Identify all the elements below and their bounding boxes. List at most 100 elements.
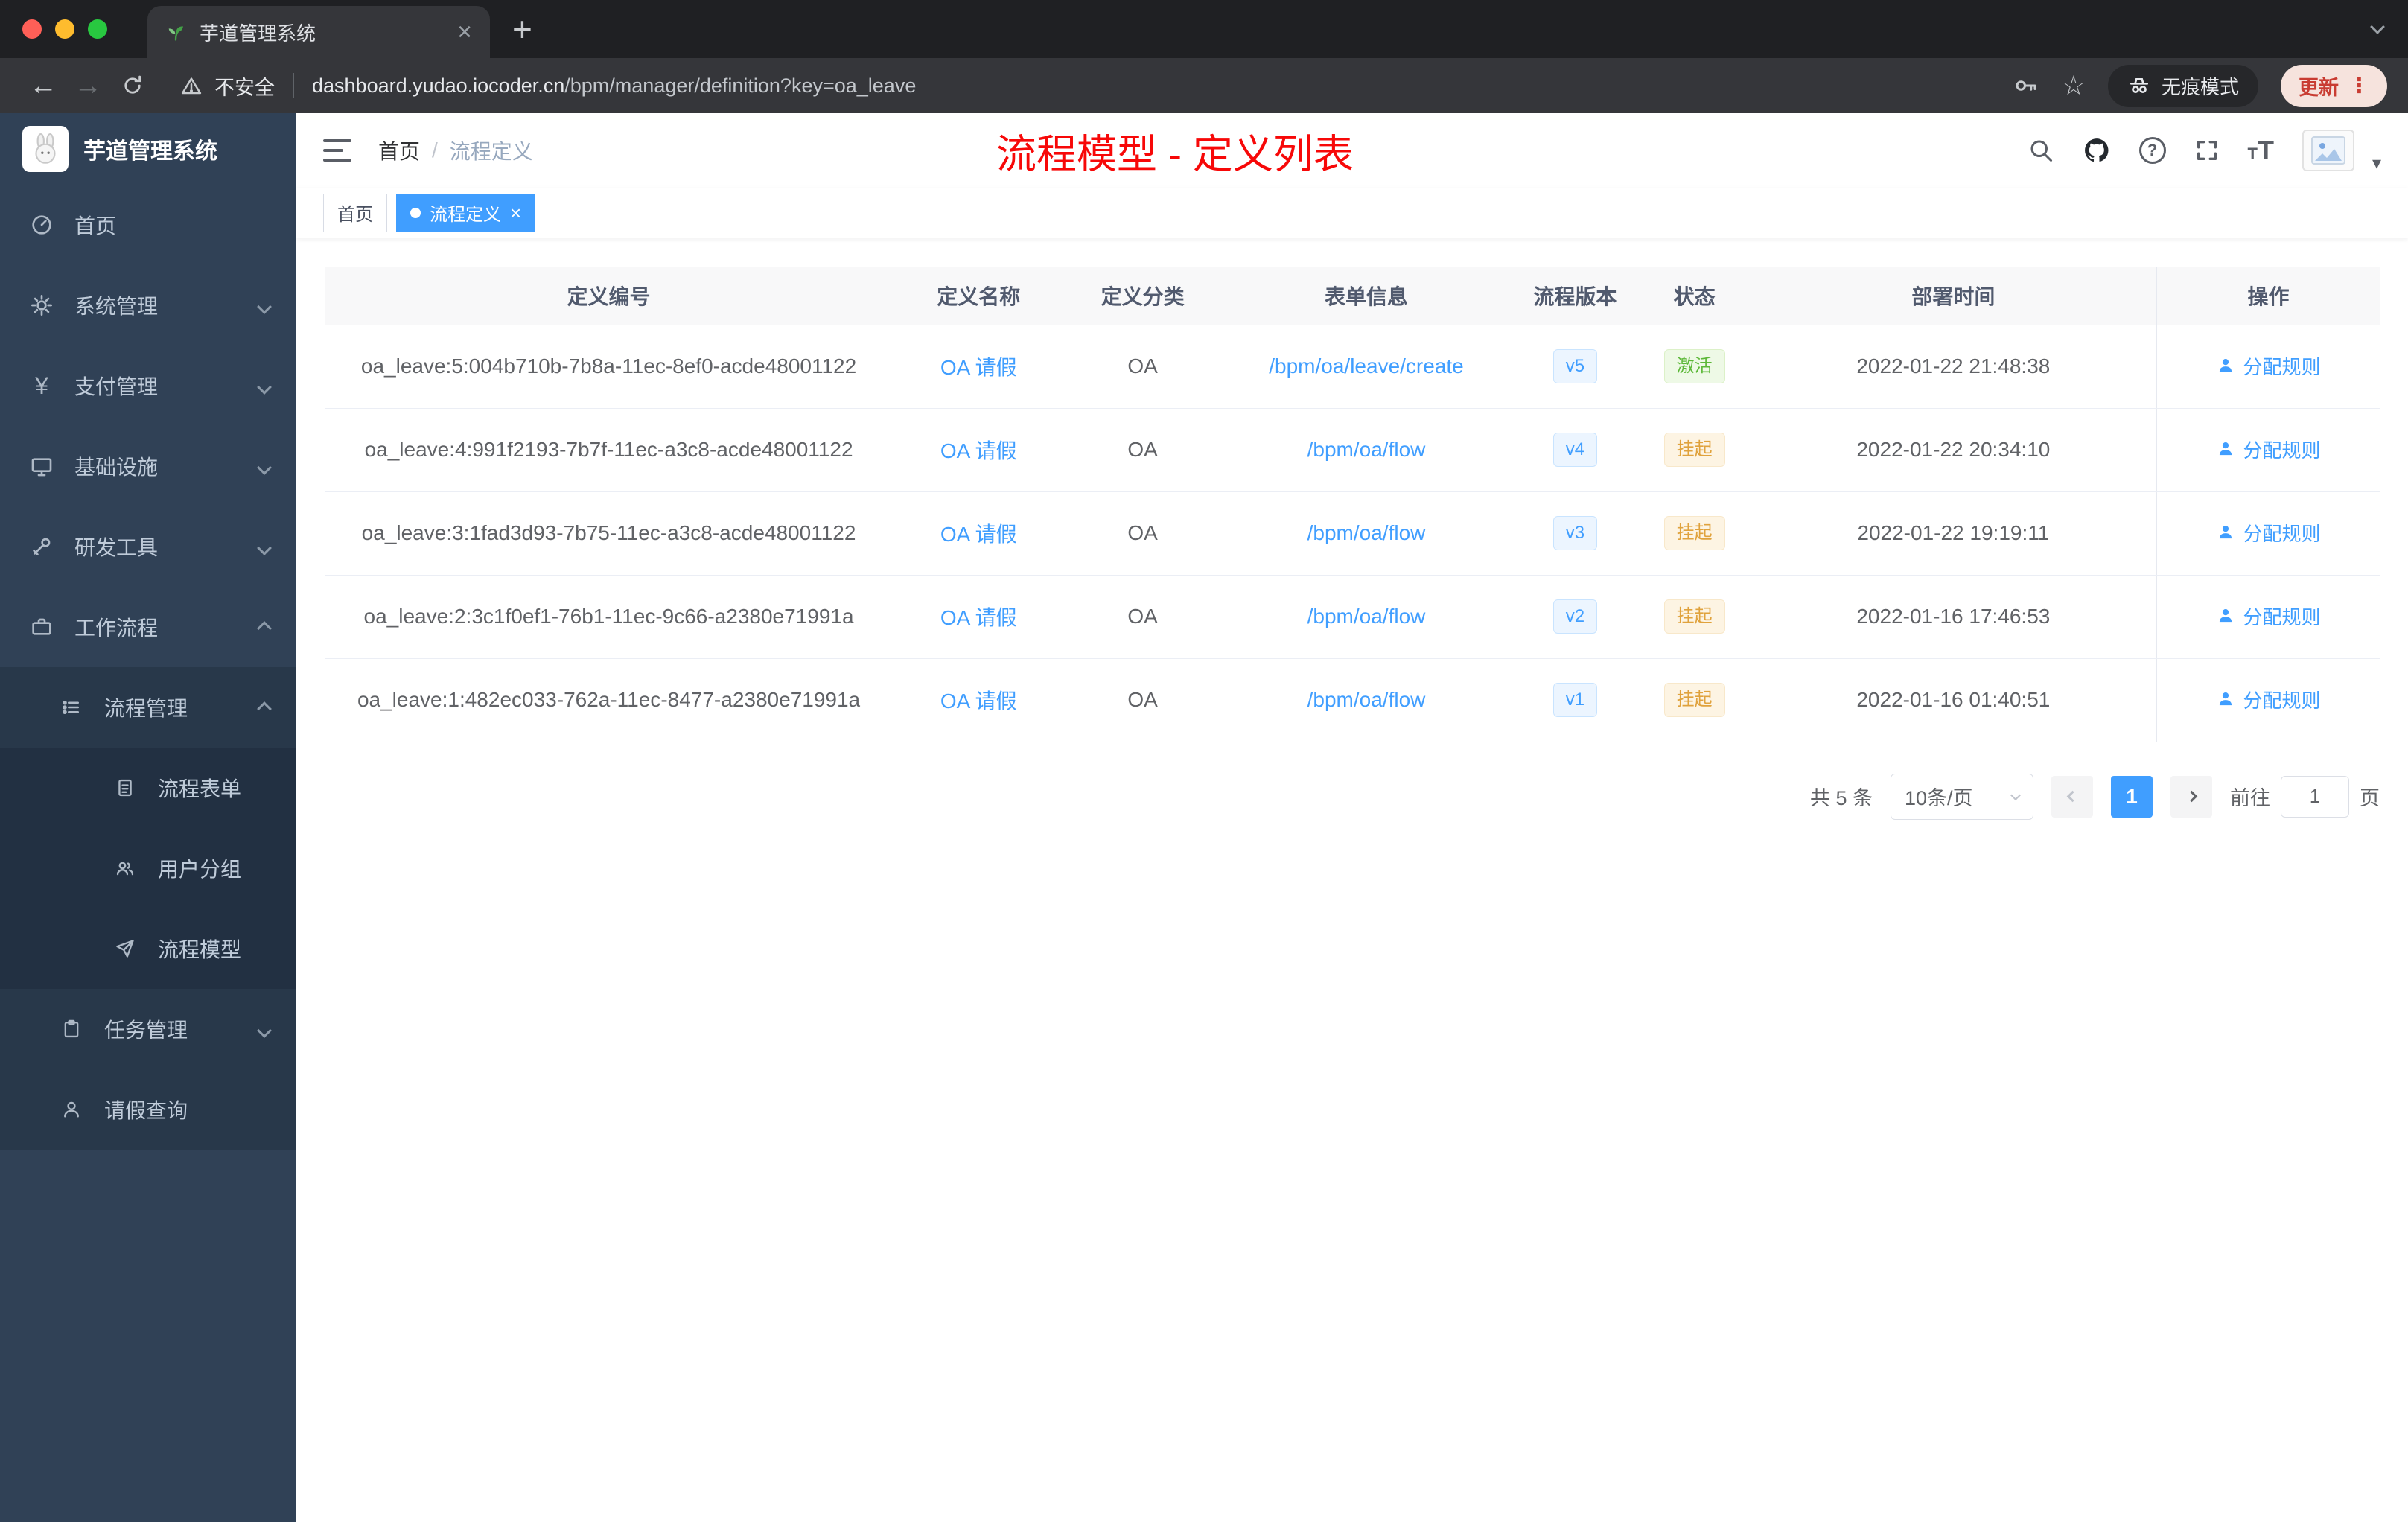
definition-name-link[interactable]: OA 请假 <box>940 356 1017 379</box>
tag-process-definition[interactable]: 流程定义 × <box>396 193 536 232</box>
sidebar-item-label: 首页 <box>74 214 117 238</box>
col-definition-id: 定义编号 <box>325 267 894 325</box>
new-tab-button[interactable]: + <box>512 12 532 46</box>
tab-strip-chevron-down-icon[interactable] <box>2370 19 2385 36</box>
font-size-icon[interactable]: TT <box>2248 137 2274 164</box>
deploy-time: 2022-01-22 19:19:11 <box>1750 491 2157 576</box>
form-info-link[interactable]: /bpm/oa/leave/create <box>1269 354 1464 378</box>
app-title: 芋道管理系统 <box>83 139 217 164</box>
sidebar-item-leave-query[interactable]: 请假查询 <box>0 1069 296 1150</box>
tag-home[interactable]: 首页 <box>323 193 387 232</box>
security-label[interactable]: 不安全 <box>214 71 275 101</box>
version-tag: v4 <box>1552 433 1598 467</box>
deploy-time: 2022-01-16 17:46:53 <box>1750 575 2157 659</box>
tab-close-icon[interactable]: × <box>457 19 472 45</box>
page-size-value: 10条/页 <box>1905 787 1973 809</box>
browser-toolbar: ← → 不安全 dashboard.yudao.iocoder.cn/bpm/m… <box>0 58 2408 113</box>
sidebar-item-payment-management[interactable]: ¥ 支付管理 <box>0 346 296 426</box>
assign-rule-link[interactable]: 分配规则 <box>2216 686 2321 713</box>
form-info-link[interactable]: /bpm/oa/flow <box>1307 605 1426 628</box>
back-button[interactable]: ← <box>21 70 66 102</box>
col-process-version: 流程版本 <box>1512 267 1639 325</box>
sidebar-item-label: 工作流程 <box>74 617 159 640</box>
sidebar: 芋道管理系统 首页 系统管理 ¥ 支付管理 基础设施 研发工具 工作流程 流程管… <box>0 113 296 1522</box>
form-info-link[interactable]: /bpm/oa/flow <box>1307 521 1426 544</box>
deploy-time: 2022-01-16 01:40:51 <box>1750 658 2157 742</box>
sidebar-item-process-management[interactable]: 流程管理 <box>0 667 296 748</box>
definition-id: oa_leave:2:3c1f0ef1-76b1-11ec-9c66-a2380… <box>325 575 894 659</box>
assign-rule-link[interactable]: 分配规则 <box>2216 352 2321 380</box>
sidebar-toggle-icon[interactable] <box>323 139 351 162</box>
window-zoom-button[interactable] <box>88 19 107 39</box>
key-icon[interactable] <box>2013 72 2039 99</box>
sidebar-item-workflow[interactable]: 工作流程 <box>0 587 296 667</box>
bookmark-star-icon[interactable]: ☆ <box>2062 72 2086 99</box>
page-url[interactable]: dashboard.yudao.iocoder.cn/bpm/manager/d… <box>312 74 916 98</box>
sidebar-logo[interactable]: 芋道管理系统 <box>0 113 296 185</box>
chrome-update-button[interactable]: 更新 ⋮ <box>2281 64 2387 107</box>
prev-page-button[interactable] <box>2051 775 2093 818</box>
sidebar-item-label: 请假查询 <box>104 1099 188 1122</box>
definition-category: OA <box>1064 408 1221 492</box>
red-annotation-text: 流程模型 - 定义列表 <box>996 132 1354 177</box>
definition-name-link[interactable]: OA 请假 <box>940 439 1017 462</box>
table-row: oa_leave:5:004b710b-7b8a-11ec-8ef0-acde4… <box>325 325 2380 409</box>
address-bar[interactable]: 不安全 dashboard.yudao.iocoder.cn/bpm/manag… <box>180 71 916 101</box>
deploy-time: 2022-01-22 20:34:10 <box>1750 408 2157 492</box>
definition-id: oa_leave:1:482ec033-762a-11ec-8477-a2380… <box>325 658 894 742</box>
pagination-bar: 共 5 条 10条/页 1 前往 页 <box>325 773 2380 820</box>
incognito-label: 无痕模式 <box>2161 75 2239 98</box>
sidebar-item-user-group[interactable]: 用户分组 <box>0 828 296 908</box>
url-path: /bpm/manager/definition?key=oa_leave <box>564 74 917 97</box>
form-info-link[interactable]: /bpm/oa/flow <box>1307 438 1426 461</box>
github-icon[interactable] <box>2083 136 2111 165</box>
help-icon[interactable]: ? <box>2138 137 2166 164</box>
definition-name-link[interactable]: OA 请假 <box>940 690 1017 713</box>
form-info-link[interactable]: /bpm/oa/flow <box>1307 688 1426 711</box>
tag-close-icon[interactable]: × <box>510 203 521 223</box>
sidebar-item-system-management[interactable]: 系统管理 <box>0 265 296 346</box>
assign-rule-link[interactable]: 分配规则 <box>2216 519 2321 547</box>
breadcrumb: 首页 / 流程定义 <box>378 136 533 165</box>
sidebar-item-process-form[interactable]: 流程表单 <box>0 748 296 828</box>
assign-rule-link[interactable]: 分配规则 <box>2216 436 2321 463</box>
chevron-up-icon <box>257 615 272 639</box>
reload-button[interactable] <box>110 73 155 98</box>
goto-label: 前往 <box>2230 787 2270 809</box>
page-size-select[interactable]: 10条/页 <box>1891 773 2033 820</box>
avatar-dropdown-caret-icon[interactable]: ▾ <box>2372 153 2381 174</box>
assign-rule-link[interactable]: 分配规则 <box>2216 602 2321 630</box>
version-tag: v1 <box>1552 683 1598 717</box>
breadcrumb-current: 流程定义 <box>449 140 533 163</box>
next-page-button[interactable] <box>2170 775 2212 818</box>
browser-menu-kebab-icon[interactable]: ⋮ <box>2349 74 2369 98</box>
fullscreen-icon[interactable] <box>2194 138 2220 163</box>
page-number-button[interactable]: 1 <box>2111 775 2153 818</box>
page-header: 首页 / 流程定义 流程模型 - 定义列表 ? TT ▾ <box>296 113 2408 188</box>
sidebar-item-label: 任务管理 <box>104 1019 188 1042</box>
window-minimize-button[interactable] <box>55 19 74 39</box>
sidebar-item-task-management[interactable]: 任务管理 <box>0 989 296 1069</box>
goto-page-input[interactable] <box>2281 775 2349 818</box>
table-row: oa_leave:4:991f2193-7b7f-11ec-a3c8-acde4… <box>325 408 2380 492</box>
definition-name-link[interactable]: OA 请假 <box>940 606 1017 629</box>
sidebar-item-process-model[interactable]: 流程模型 <box>0 908 296 989</box>
avatar[interactable] <box>2302 130 2354 171</box>
definition-table: 定义编号 定义名称 定义分类 表单信息 流程版本 状态 部署时间 操作 oa_l… <box>325 267 2380 742</box>
sidebar-item-dev-tools[interactable]: 研发工具 <box>0 506 296 587</box>
paper-plane-icon <box>110 938 140 959</box>
forward-button[interactable]: → <box>66 70 110 102</box>
breadcrumb-home-link[interactable]: 首页 <box>378 136 420 165</box>
sidebar-item-home[interactable]: 首页 <box>0 185 296 265</box>
table-row: oa_leave:1:482ec033-762a-11ec-8477-a2380… <box>325 658 2380 742</box>
search-icon[interactable] <box>2028 137 2054 164</box>
browser-tab[interactable]: 芋道管理系统 × <box>147 6 490 58</box>
tab-title: 芋道管理系统 <box>200 22 316 45</box>
definition-name-link[interactable]: OA 请假 <box>940 523 1017 546</box>
sidebar-item-infrastructure[interactable]: 基础设施 <box>0 426 296 506</box>
window-close-button[interactable] <box>22 19 42 39</box>
version-tag: v5 <box>1552 348 1598 383</box>
update-label: 更新 <box>2299 76 2339 99</box>
content-area: 定义编号 定义名称 定义分类 表单信息 流程版本 状态 部署时间 操作 oa_l… <box>296 238 2408 1522</box>
assign-rule-label: 分配规则 <box>2243 355 2321 378</box>
